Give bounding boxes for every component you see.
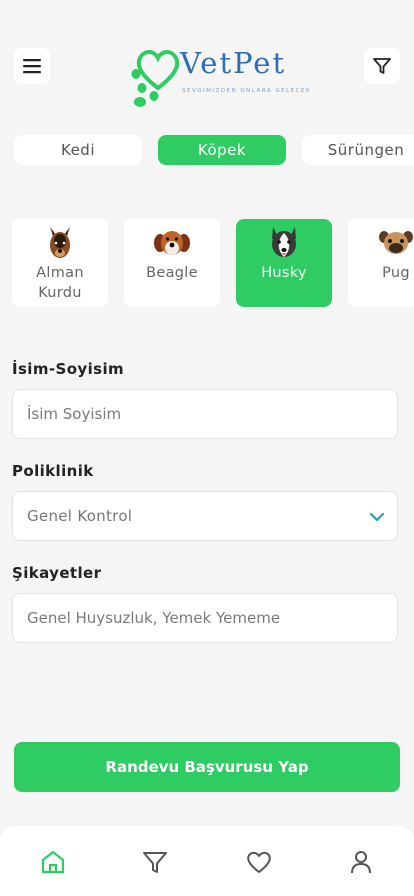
clinic-selected-value: Genel Kontrol bbox=[27, 507, 133, 525]
appointment-submit-button[interactable]: Randevu Başvurusu Yap bbox=[14, 742, 400, 792]
breed-card-beagle[interactable]: Beagle bbox=[124, 219, 220, 307]
bottom-navigation bbox=[0, 826, 414, 896]
nav-favorites[interactable] bbox=[245, 848, 273, 876]
vetpet-logo: VetPet SEVGIMIZDEN ONLARA GELECEK bbox=[128, 44, 310, 108]
breed-label: Husky bbox=[261, 265, 307, 281]
logo-wordmark: VetPet bbox=[180, 46, 287, 80]
german-shepherd-icon bbox=[50, 227, 70, 258]
heart-icon bbox=[247, 851, 271, 873]
breed-list: Alman Kurdu Beagle Husky Pug bbox=[0, 219, 414, 307]
tab-label: Kedi bbox=[60, 141, 95, 159]
filter-button[interactable] bbox=[364, 48, 400, 84]
breed-label: Alman bbox=[36, 265, 84, 281]
nav-profile[interactable] bbox=[347, 848, 375, 876]
name-label: İsim-Soyisim bbox=[12, 360, 125, 378]
breed-label-line2: Kurdu bbox=[38, 285, 82, 301]
nav-home[interactable] bbox=[39, 848, 67, 876]
tab-label: Köpek bbox=[197, 141, 247, 159]
breed-label: Pug bbox=[382, 265, 410, 281]
name-input[interactable] bbox=[27, 405, 397, 423]
complaints-field[interactable] bbox=[12, 593, 398, 643]
beagle-icon bbox=[154, 231, 190, 255]
tab-kedi[interactable]: Kedi bbox=[14, 135, 142, 165]
name-field[interactable] bbox=[12, 389, 398, 439]
breed-card-pug[interactable]: Pug bbox=[348, 219, 414, 307]
husky-icon bbox=[272, 227, 296, 257]
breed-card-husky[interactable]: Husky bbox=[236, 219, 332, 307]
chevron-down-icon bbox=[370, 513, 384, 521]
hamburger-menu-icon bbox=[23, 59, 41, 74]
nav-filter[interactable] bbox=[141, 848, 169, 876]
clinic-label: Poliklinik bbox=[12, 462, 94, 480]
logo-tagline: SEVGIMIZDEN ONLARA GELECEK bbox=[182, 88, 312, 94]
complaints-input[interactable] bbox=[27, 609, 397, 627]
pug-icon bbox=[379, 231, 413, 254]
breed-label: Beagle bbox=[146, 265, 198, 281]
breed-card-alman-kurdu[interactable]: Alman Kurdu bbox=[12, 219, 108, 307]
user-icon bbox=[351, 851, 371, 874]
paw-heart-icon bbox=[131, 50, 180, 107]
tab-label: Sürüngen bbox=[327, 141, 405, 159]
appointment-submit-label: Randevu Başvurusu Yap bbox=[105, 758, 309, 776]
tab-kopek[interactable]: Köpek bbox=[158, 135, 286, 165]
filter-icon bbox=[143, 852, 167, 873]
menu-button[interactable] bbox=[14, 48, 50, 84]
home-icon bbox=[41, 850, 65, 874]
tab-surungen[interactable]: Sürüngen bbox=[302, 135, 414, 165]
clinic-select[interactable]: Genel Kontrol bbox=[12, 491, 398, 541]
complaints-label: Şikayetler bbox=[12, 564, 102, 582]
category-tabs: Kedi Köpek Sürüngen bbox=[0, 135, 414, 165]
filter-icon bbox=[373, 58, 391, 74]
